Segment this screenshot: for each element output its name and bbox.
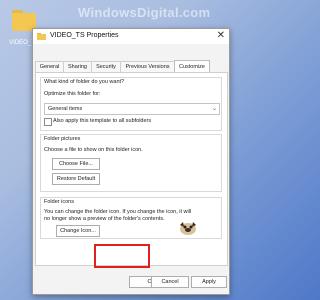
title-bar: VIDEO_TS Properties ✕ xyxy=(33,29,229,44)
folder-pictures-text: Choose a file to show on this folder ico… xyxy=(44,147,143,153)
change-icon-button[interactable]: Change Icon... xyxy=(56,225,100,237)
tab-strip: General Sharing Security Previous Versio… xyxy=(35,60,227,73)
apply-button[interactable]: Apply xyxy=(191,276,227,288)
chevron-down-icon: ⌄ xyxy=(211,106,217,112)
tab-previous-versions[interactable]: Previous Versions xyxy=(120,61,175,72)
tab-general[interactable]: General xyxy=(35,61,64,72)
folder-icons-text-1: You can change the folder icon. If you c… xyxy=(44,209,192,215)
tab-sharing[interactable]: Sharing xyxy=(63,61,92,72)
window-title: VIDEO_TS Properties xyxy=(50,32,119,39)
folder-preview-dog-image xyxy=(180,222,196,235)
optimize-select[interactable]: General items ⌄ xyxy=(44,103,220,115)
apply-template-checkbox[interactable] xyxy=(44,118,52,126)
watermark: WindowsDigital.com xyxy=(78,5,211,20)
folder-icon xyxy=(37,33,46,40)
choose-file-button[interactable]: Choose File... xyxy=(52,158,100,170)
folder-icons-text-2: no longer show a preview of the folder's… xyxy=(44,216,165,222)
apply-template-label: Also apply this template to all subfolde… xyxy=(53,118,152,124)
folder-pictures-heading: Folder pictures xyxy=(44,136,81,142)
ok-highlight-box xyxy=(94,244,150,268)
folder-type-heading: What kind of folder do you want? xyxy=(44,79,125,85)
folder-icons-heading: Folder icons xyxy=(44,199,74,205)
restore-default-button[interactable]: Restore Default xyxy=(52,173,100,185)
tab-security[interactable]: Security xyxy=(91,61,121,72)
optimize-label: Optimize this folder for: xyxy=(44,91,101,97)
cancel-button[interactable]: Cancel xyxy=(151,276,189,288)
customize-panel: What kind of folder do you want? Optimiz… xyxy=(35,72,228,266)
optimize-value: General items xyxy=(48,106,83,112)
close-icon[interactable]: ✕ xyxy=(217,30,225,41)
